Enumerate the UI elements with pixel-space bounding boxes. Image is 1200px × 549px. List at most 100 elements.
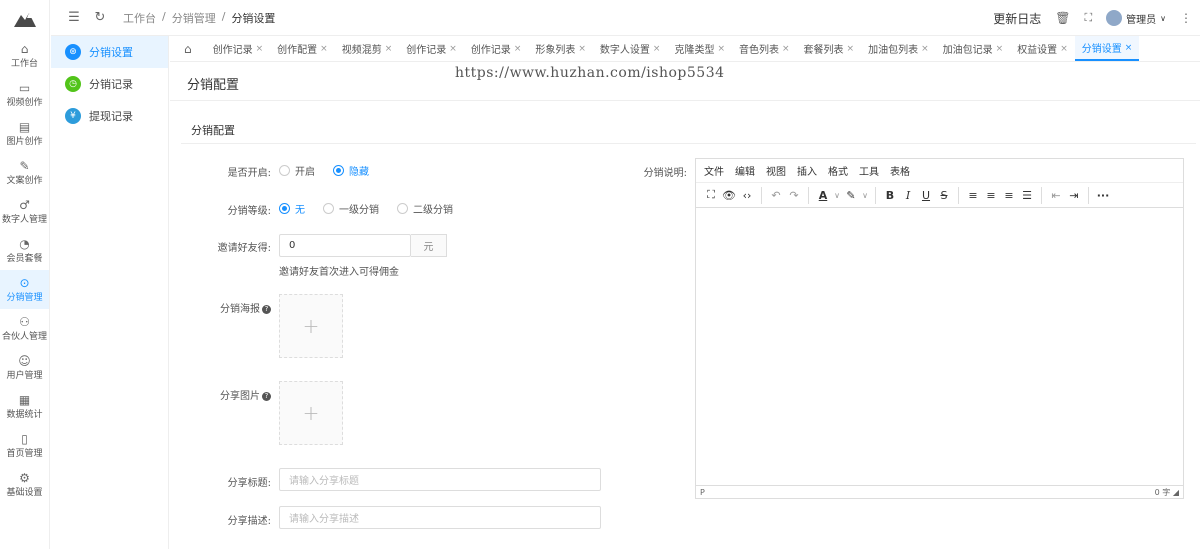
- editor-menu-item[interactable]: 文件: [704, 163, 724, 178]
- radio-level-two[interactable]: 二级分销: [397, 201, 453, 216]
- breadcrumb-item[interactable]: 工作台: [123, 10, 156, 26]
- close-icon[interactable]: ×: [256, 44, 264, 54]
- bold-icon[interactable]: B: [881, 189, 899, 202]
- resize-handle-icon[interactable]: ◢: [1173, 488, 1179, 497]
- close-icon[interactable]: ×: [320, 44, 328, 54]
- submenu-item[interactable]: ⊛ 分销设置: [51, 36, 168, 68]
- close-icon[interactable]: ×: [385, 44, 393, 54]
- align-right-icon[interactable]: ≡: [1000, 189, 1018, 202]
- code-icon[interactable]: ‹›: [738, 189, 756, 202]
- nav-item[interactable]: ▯ 首页管理: [0, 426, 49, 465]
- tab[interactable]: 权益设置 ×: [1010, 36, 1075, 61]
- tablet-icon: ▯: [21, 431, 28, 446]
- submenu-item[interactable]: ¥ 提现记录: [51, 100, 168, 132]
- text-color-icon[interactable]: A: [814, 189, 832, 202]
- close-icon[interactable]: ×: [847, 44, 855, 54]
- share-image-upload[interactable]: +: [279, 381, 343, 445]
- highlight-icon[interactable]: ✎: [842, 189, 860, 202]
- radio-enable-hide[interactable]: 隐藏: [333, 163, 369, 178]
- indent-icon[interactable]: ⇥: [1065, 189, 1083, 202]
- tab[interactable]: 分销设置 ×: [1074, 36, 1140, 61]
- tab[interactable]: 形象列表 ×: [528, 36, 593, 61]
- tab[interactable]: 套餐列表 ×: [797, 36, 862, 61]
- tab[interactable]: 克隆类型 ×: [667, 36, 732, 61]
- close-icon[interactable]: ×: [996, 44, 1004, 54]
- nav-item[interactable]: ☺ 用户管理: [0, 348, 49, 387]
- tab[interactable]: 创作配置 ×: [270, 36, 335, 61]
- tab-home[interactable]: ⌂: [170, 36, 206, 61]
- more-vertical-icon[interactable]: ⋮: [1180, 11, 1192, 25]
- left-nav: ⌂ 工作台 ▭ 视频创作 ▤ 图片创作 ✎ 文案创作 ♂ 数字人管理 ◔ 会员套餐 ⊙ 分销管理 ⚇ 合伙人管…: [0, 0, 50, 549]
- align-left-icon[interactable]: ≡: [964, 189, 982, 202]
- nav-item[interactable]: ⊙ 分销管理: [0, 270, 49, 309]
- nav-item[interactable]: ▭ 视频创作: [0, 75, 49, 114]
- close-icon[interactable]: ×: [514, 44, 522, 54]
- tab[interactable]: 加油包记录 ×: [936, 36, 1011, 61]
- nav-item[interactable]: ✎ 文案创作: [0, 153, 49, 192]
- tab[interactable]: 音色列表 ×: [732, 36, 797, 61]
- poster-upload[interactable]: +: [279, 294, 343, 358]
- nav-item[interactable]: ▤ 图片创作: [0, 114, 49, 153]
- user-menu[interactable]: 管理员 ∨: [1106, 10, 1166, 26]
- align-justify-icon[interactable]: ☰: [1018, 189, 1036, 202]
- menu-fold-icon[interactable]: ☰: [63, 10, 85, 25]
- editor-menu-item[interactable]: 格式: [828, 163, 848, 178]
- logo[interactable]: [0, 0, 49, 36]
- user-name: 管理员: [1126, 14, 1157, 26]
- nav-item-label: 数字人管理: [1, 214, 47, 225]
- close-icon[interactable]: ×: [449, 44, 457, 54]
- chevron-down-icon[interactable]: ∨: [860, 191, 870, 200]
- close-icon[interactable]: ×: [782, 44, 790, 54]
- editor-menu-item[interactable]: 表格: [890, 163, 910, 178]
- radio-enable-on[interactable]: 开启: [279, 163, 315, 178]
- refresh-icon[interactable]: ↻: [89, 10, 111, 25]
- trash-icon[interactable]: 🗑: [1055, 11, 1070, 25]
- outdent-icon[interactable]: ⇤: [1047, 189, 1065, 202]
- editor-menu-item[interactable]: 工具: [859, 163, 879, 178]
- chevron-down-icon[interactable]: ∨: [832, 191, 842, 200]
- undo-icon[interactable]: ↶: [767, 189, 785, 202]
- tab[interactable]: 视频混剪 ×: [335, 36, 400, 61]
- italic-icon[interactable]: I: [899, 189, 917, 202]
- nav-item[interactable]: ⚇ 合伙人管理: [0, 309, 49, 348]
- tab[interactable]: 创作记录 ×: [464, 36, 529, 61]
- close-icon[interactable]: ×: [578, 44, 586, 54]
- close-icon[interactable]: ×: [653, 44, 661, 54]
- invite-amount-input[interactable]: 0: [279, 234, 411, 257]
- fullscreen-icon[interactable]: ⛶: [1084, 11, 1092, 25]
- fullscreen-icon[interactable]: ⛶: [702, 188, 720, 202]
- share-desc-input[interactable]: 请输入分享描述: [279, 506, 601, 529]
- tab[interactable]: 加油包列表 ×: [861, 36, 936, 61]
- editor-content-area[interactable]: [696, 208, 1183, 487]
- tab[interactable]: 创作记录 ×: [399, 36, 464, 61]
- question-icon[interactable]: ?: [262, 304, 271, 314]
- more-icon[interactable]: ···: [1094, 189, 1112, 202]
- radio-level-one[interactable]: 一级分销: [323, 201, 379, 216]
- nav-item[interactable]: ⚙ 基础设置: [0, 465, 49, 504]
- nav-item[interactable]: ♂ 数字人管理: [0, 192, 49, 231]
- redo-icon[interactable]: ↷: [785, 189, 803, 202]
- strikethrough-icon[interactable]: S: [935, 189, 953, 202]
- close-icon[interactable]: ×: [1125, 43, 1133, 53]
- editor-menu-item[interactable]: 插入: [797, 163, 817, 178]
- editor-menu-item[interactable]: 视图: [766, 163, 786, 178]
- breadcrumb-item[interactable]: 分销管理: [172, 10, 216, 26]
- preview-icon[interactable]: 👁: [720, 189, 738, 202]
- question-icon[interactable]: ?: [262, 391, 271, 401]
- submenu-item[interactable]: ◷ 分销记录: [51, 68, 168, 100]
- nav-item[interactable]: ⌂ 工作台: [0, 36, 49, 75]
- close-icon[interactable]: ×: [1060, 44, 1068, 54]
- nav-item[interactable]: ◔ 会员套餐: [0, 231, 49, 270]
- share-title-input[interactable]: 请输入分享标题: [279, 468, 601, 491]
- tab[interactable]: 创作记录 ×: [206, 36, 271, 61]
- tab[interactable]: 数字人设置 ×: [593, 36, 668, 61]
- nav-item[interactable]: ▦ 数据统计: [0, 387, 49, 426]
- update-log-link[interactable]: 更新日志: [993, 10, 1041, 27]
- underline-icon[interactable]: U: [917, 189, 935, 202]
- close-icon[interactable]: ×: [717, 44, 725, 54]
- statistics-icon: ▦: [18, 392, 31, 407]
- radio-level-none[interactable]: 无: [279, 201, 305, 216]
- editor-menu-item[interactable]: 编辑: [735, 163, 755, 178]
- align-center-icon[interactable]: ≡: [982, 189, 1000, 202]
- close-icon[interactable]: ×: [921, 44, 929, 54]
